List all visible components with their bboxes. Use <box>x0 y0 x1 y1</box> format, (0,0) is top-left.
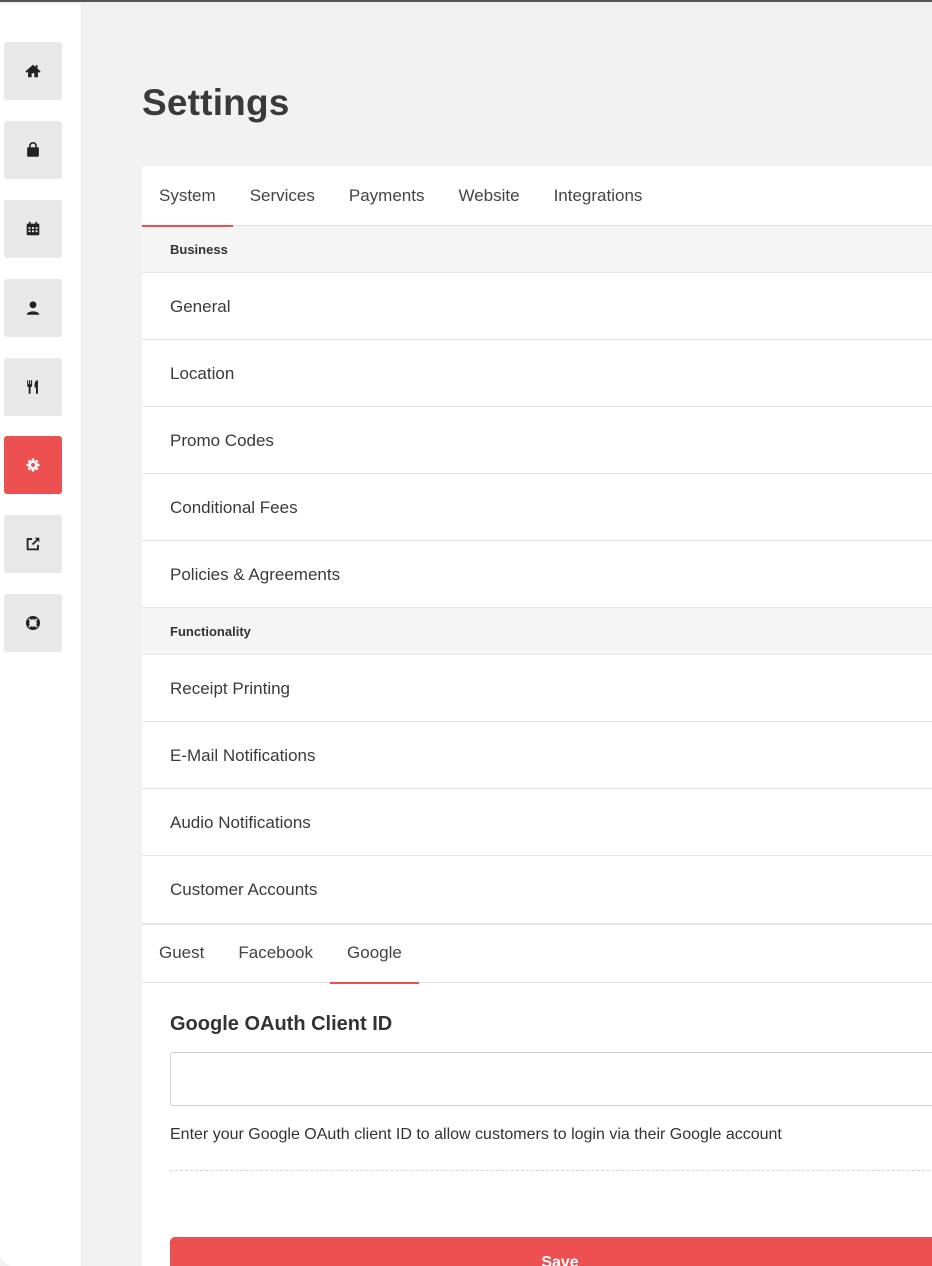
customer-account-tabs: Guest Facebook Google <box>142 923 932 984</box>
list-item-promo-codes[interactable]: Promo Codes <box>142 407 932 474</box>
app-window: Settings System Services Payments Websit… <box>0 0 932 1266</box>
section-heading-business: Business <box>142 226 932 273</box>
list-item-email-notifications[interactable]: E-Mail Notifications <box>142 722 932 789</box>
google-client-id-help: Enter your Google OAuth client ID to all… <box>170 1126 782 1143</box>
subtab-guest[interactable]: Guest <box>142 925 221 983</box>
page-title: Settings <box>142 82 290 123</box>
section-heading-functionality: Functionality <box>142 608 932 655</box>
utensils-icon <box>27 380 38 394</box>
save-button[interactable]: Save <box>170 1237 932 1266</box>
form-divider <box>170 1170 932 1171</box>
sidebar-item-home[interactable] <box>4 42 62 100</box>
subtab-facebook[interactable]: Facebook <box>221 925 330 983</box>
calendar-icon <box>26 221 40 236</box>
list-item-conditional-fees[interactable]: Conditional Fees <box>142 474 932 541</box>
sidebar-item-settings[interactable] <box>4 436 62 494</box>
sidebar-item-calendar[interactable] <box>4 200 62 258</box>
list-item-receipt-printing[interactable]: Receipt Printing <box>142 655 932 722</box>
list-item-audio-notifications[interactable]: Audio Notifications <box>142 789 932 856</box>
sidebar-item-support[interactable] <box>4 594 62 652</box>
sidebar-item-menu[interactable] <box>4 358 62 416</box>
list-item-general[interactable]: General <box>142 273 932 340</box>
user-icon <box>26 301 40 315</box>
sidebar-item-customers[interactable] <box>4 279 62 337</box>
google-client-id-input[interactable] <box>170 1052 932 1106</box>
list-item-policies[interactable]: Policies & Agreements <box>142 541 932 608</box>
shopping-bag-icon <box>27 142 39 157</box>
list-item-location[interactable]: Location <box>142 340 932 407</box>
home-icon <box>25 64 41 78</box>
gear-icon <box>26 458 40 472</box>
tab-payments[interactable]: Payments <box>332 166 442 226</box>
life-ring-icon <box>25 615 41 631</box>
google-oauth-form: Google OAuth Client ID Enter your Google… <box>142 1013 932 1266</box>
list-item-customer-accounts[interactable]: Customer Accounts <box>142 856 932 923</box>
tab-website[interactable]: Website <box>441 166 536 226</box>
tab-system[interactable]: System <box>142 166 233 227</box>
sidebar <box>0 4 82 1266</box>
settings-card: System Services Payments Website Integra… <box>142 166 932 1266</box>
sidebar-item-external[interactable] <box>4 515 62 573</box>
google-client-id-label: Google OAuth Client ID <box>170 1013 393 1035</box>
main-content: Settings System Services Payments Websit… <box>82 4 932 1266</box>
settings-tabs: System Services Payments Website Integra… <box>142 166 932 227</box>
sidebar-item-orders[interactable] <box>4 121 62 179</box>
external-link-icon <box>26 537 40 551</box>
tab-services[interactable]: Services <box>233 166 332 226</box>
tab-integrations[interactable]: Integrations <box>537 166 660 226</box>
subtab-google[interactable]: Google <box>330 925 419 984</box>
